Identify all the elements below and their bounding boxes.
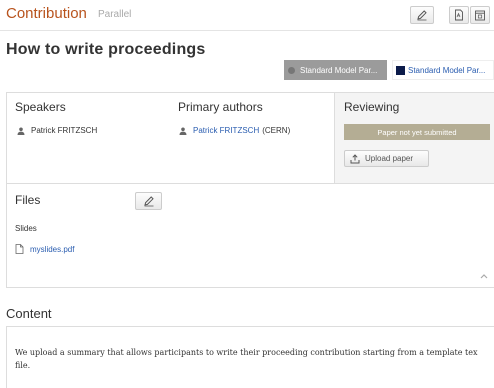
- content-text: We upload a summary that allows particip…: [15, 348, 478, 370]
- calendar-icon: [475, 10, 485, 21]
- page-title: How to write proceedings: [6, 41, 206, 58]
- pencil-icon: [143, 196, 154, 207]
- track-tag-label: Standard Model Par...: [408, 65, 486, 75]
- header-bar: Contribution Parallel: [0, 0, 494, 31]
- content-heading: Content: [6, 306, 52, 321]
- primary-authors-heading: Primary authors: [178, 100, 263, 114]
- session-tag[interactable]: Standard Model Par...: [284, 60, 387, 80]
- track-color-square: [396, 65, 405, 75]
- files-edit-button[interactable]: [135, 192, 162, 210]
- speaker-item: Patrick FRITZSCH: [17, 126, 97, 135]
- upload-paper-label: Upload paper: [365, 154, 414, 163]
- chevron-up-icon[interactable]: [480, 273, 488, 279]
- content-panel: We upload a summary that allows particip…: [6, 326, 494, 388]
- track-label: Parallel: [98, 9, 132, 20]
- speaker-name: Patrick FRITZSCH: [31, 126, 98, 135]
- upload-paper-button[interactable]: Upload paper: [344, 150, 429, 167]
- file-link[interactable]: myslides.pdf: [30, 245, 74, 254]
- files-heading: Files: [15, 193, 41, 207]
- reviewing-heading: Reviewing: [344, 100, 400, 114]
- author-item: Patrick FRITZSCH (CERN): [179, 126, 290, 135]
- calendar-button[interactable]: [470, 6, 490, 24]
- author-affiliation: (CERN): [262, 126, 291, 135]
- file-icon: [15, 244, 24, 254]
- speakers-heading: Speakers: [15, 100, 66, 114]
- track-tag[interactable]: Standard Model Par...: [392, 60, 494, 80]
- user-icon: [17, 127, 25, 135]
- edit-button[interactable]: [410, 6, 434, 24]
- upload-icon: [350, 153, 360, 163]
- paper-status-badge: Paper not yet submitted: [344, 124, 490, 140]
- info-panel: Speakers Patrick FRITZSCH Primary author…: [6, 92, 494, 288]
- reviewing-panel: Reviewing Paper not yet submitted Upload…: [334, 93, 494, 183]
- user-icon: [179, 127, 187, 135]
- file-group-label: Slides: [15, 224, 37, 233]
- section-label: Contribution: [6, 5, 87, 22]
- pdf-button[interactable]: [449, 6, 469, 24]
- pencil-icon: [417, 10, 427, 21]
- file-item[interactable]: myslides.pdf: [15, 244, 74, 254]
- session-color-dot: [288, 66, 295, 74]
- people-row: Speakers Patrick FRITZSCH Primary author…: [7, 93, 494, 184]
- session-tag-label: Standard Model Par...: [300, 65, 378, 75]
- pdf-icon: [455, 9, 463, 21]
- author-name-link[interactable]: Patrick FRITZSCH: [193, 126, 259, 135]
